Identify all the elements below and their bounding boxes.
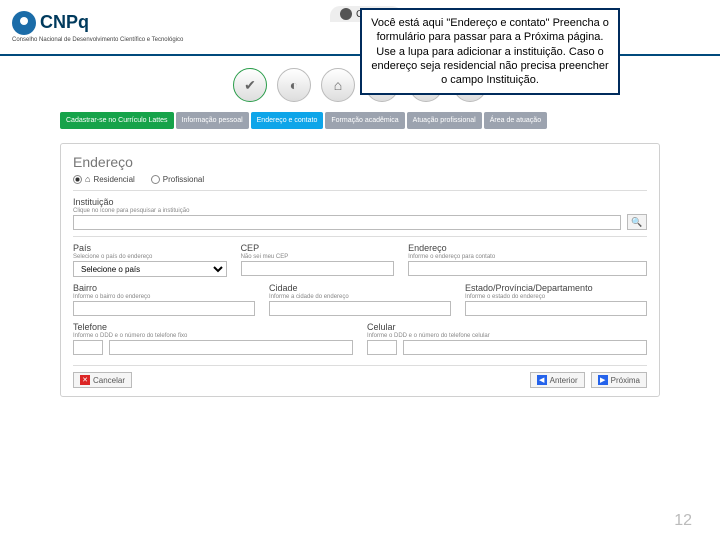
instruction-callout: Você está aqui "Endereço e contato" Pree… bbox=[360, 8, 620, 95]
tab-formacao[interactable]: Formação acadêmica bbox=[325, 112, 404, 129]
instituicao-search-button[interactable]: 🔍 bbox=[627, 214, 647, 230]
cidade-input[interactable] bbox=[269, 301, 451, 316]
endereco-hint: Informe o endereço para contato bbox=[408, 254, 647, 260]
close-icon: ✕ bbox=[80, 375, 90, 385]
bairro-hint: Informe o bairro do endereço bbox=[73, 294, 255, 300]
pais-select[interactable]: Selecione o país bbox=[73, 261, 227, 277]
logo-subtitle: Conselho Nacional de Desenvolvimento Cie… bbox=[12, 37, 183, 44]
tab-atuacao[interactable]: Atuação profissional bbox=[407, 112, 482, 129]
page-number: 12 bbox=[674, 512, 692, 530]
logo-text: CNPq bbox=[40, 12, 89, 33]
radio-dot-icon bbox=[73, 175, 82, 184]
radio-residencial[interactable]: ⌂Residencial bbox=[73, 174, 135, 184]
cep-input[interactable] bbox=[241, 261, 395, 276]
instituicao-input[interactable] bbox=[73, 215, 621, 230]
pais-hint: Selecione o país do endereço bbox=[73, 254, 227, 260]
endereco-label: Endereço bbox=[408, 243, 647, 253]
estado-label: Estado/Província/Departamento bbox=[465, 283, 647, 293]
bairro-input[interactable] bbox=[73, 301, 255, 316]
form-footer: ✕Cancelar ◀Anterior ▶Próxima bbox=[73, 365, 647, 388]
anterior-button[interactable]: ◀Anterior bbox=[530, 372, 585, 388]
curriculo-icon bbox=[340, 8, 352, 20]
wizard-tabs: Cadastrar-se no Currículo Lattes Informa… bbox=[0, 112, 720, 129]
search-icon: 🔍 bbox=[631, 217, 642, 228]
cnpq-logo-icon bbox=[12, 11, 36, 35]
celular-hint: Informe o DDD e o número do telefone cel… bbox=[367, 333, 647, 339]
address-type-row: ⌂Residencial Profissional bbox=[73, 174, 647, 184]
step-home-icon: ⌂ bbox=[321, 68, 355, 102]
tab-area[interactable]: Área de atuação bbox=[484, 112, 547, 129]
tab-info-pessoal[interactable]: Informação pessoal bbox=[176, 112, 249, 129]
telefone-num-input[interactable] bbox=[109, 340, 353, 355]
instituicao-hint: Clique no ícone para pesquisar a institu… bbox=[73, 208, 621, 214]
telefone-ddd-input[interactable] bbox=[73, 340, 103, 355]
radio-profissional[interactable]: Profissional bbox=[151, 175, 204, 184]
cidade-label: Cidade bbox=[269, 283, 451, 293]
arrow-right-icon: ▶ bbox=[598, 375, 608, 385]
instituicao-label: Instituição bbox=[73, 197, 621, 207]
proxima-button[interactable]: ▶Próxima bbox=[591, 372, 647, 388]
cep-hint: Não sei meu CEP bbox=[241, 254, 395, 260]
step-check-icon: ✔ bbox=[233, 68, 267, 102]
home-icon: ⌂ bbox=[85, 174, 90, 184]
tab-endereco[interactable]: Endereço e contato bbox=[251, 112, 324, 129]
bairro-label: Bairro bbox=[73, 283, 255, 293]
celular-num-input[interactable] bbox=[403, 340, 647, 355]
endereco-input[interactable] bbox=[408, 261, 647, 276]
cidade-hint: Informe a cidade do endereço bbox=[269, 294, 451, 300]
estado-input[interactable] bbox=[465, 301, 647, 316]
cep-label: CEP bbox=[241, 243, 395, 253]
telefone-label: Telefone bbox=[73, 322, 353, 332]
telefone-hint: Informe o DDD e o número do telefone fix… bbox=[73, 333, 353, 339]
logo-area: CNPq Conselho Nacional de Desenvolviment… bbox=[12, 11, 183, 44]
section-endereco-title: Endereço bbox=[73, 154, 647, 170]
radio-dot-icon bbox=[151, 175, 160, 184]
estado-hint: Informe o estado do endereço bbox=[465, 294, 647, 300]
tab-cadastrar[interactable]: Cadastrar-se no Currículo Lattes bbox=[60, 112, 174, 129]
cancelar-button[interactable]: ✕Cancelar bbox=[73, 372, 132, 388]
step-person-icon: ◐ bbox=[277, 68, 311, 102]
form-card: Endereço ⌂Residencial Profissional Insti… bbox=[60, 143, 660, 397]
callout-text: Você está aqui "Endereço e contato" Pree… bbox=[371, 17, 609, 86]
celular-ddd-input[interactable] bbox=[367, 340, 397, 355]
arrow-left-icon: ◀ bbox=[537, 375, 547, 385]
celular-label: Celular bbox=[367, 322, 647, 332]
pais-label: País bbox=[73, 243, 227, 253]
